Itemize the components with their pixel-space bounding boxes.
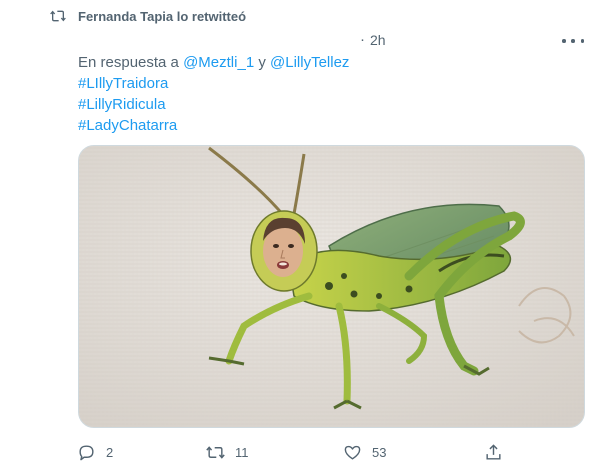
tweet-media-image[interactable] — [78, 145, 585, 428]
retweeter-name-link[interactable]: Fernanda Tapia lo retwitteó — [78, 9, 246, 24]
reply-count: 2 — [106, 444, 114, 460]
timestamp-separator: · — [360, 31, 365, 48]
like-count: 53 — [372, 444, 387, 460]
like-button[interactable]: 53 — [343, 441, 386, 463]
more-options-icon[interactable] — [562, 34, 584, 48]
retweet-attribution: Fernanda Tapia lo retwitteó — [0, 0, 599, 30]
tweet-action-bar: 2 11 53 — [0, 438, 599, 468]
mention-link[interactable]: @LillyTellez — [270, 54, 349, 71]
retweet-count: 11 — [235, 444, 249, 460]
share-icon — [486, 443, 501, 460]
mention-link[interactable]: @Meztli_1 — [183, 54, 254, 71]
reply-conjunction: y — [254, 54, 271, 71]
reply-prefix: En respuesta a — [78, 54, 184, 71]
retweet-button[interactable]: 11 — [206, 441, 249, 463]
heart-icon — [344, 445, 361, 460]
reply-icon — [79, 444, 94, 460]
tweet-body: En respuesta a @Meztli_1 y @LillyTellez … — [78, 52, 578, 136]
reply-button[interactable]: 2 — [77, 441, 113, 463]
tweet-header: · 2h — [0, 30, 599, 54]
retweet-icon — [50, 10, 66, 22]
hashtag-link[interactable]: #LIllyTraidora — [78, 73, 578, 94]
timestamp-link[interactable]: 2h — [370, 32, 386, 48]
hashtag-link[interactable]: #LillyRidicula — [78, 94, 578, 115]
hashtag-link[interactable]: #LadyChatarra — [78, 115, 578, 136]
reply-context: En respuesta a @Meztli_1 y @LillyTellez — [78, 52, 578, 73]
grasshopper-with-face-image — [79, 146, 584, 427]
retweet-icon — [206, 445, 225, 459]
share-button[interactable] — [484, 441, 503, 463]
